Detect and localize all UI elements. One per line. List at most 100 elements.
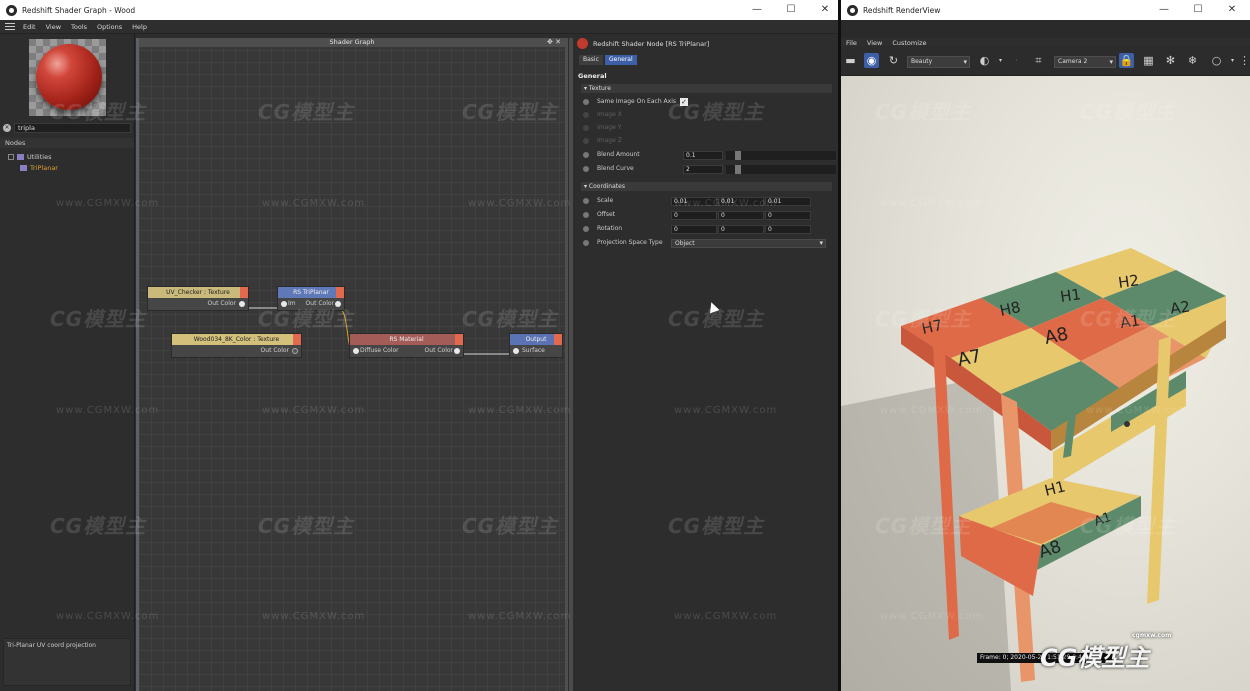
- menu-tools[interactable]: Tools: [71, 23, 87, 31]
- projection-label: Projection Space Type: [597, 239, 663, 246]
- attribute-panel: Redshift Shader Node [RS TriPlanar] Basi…: [573, 34, 838, 691]
- keyframe-icon[interactable]: [583, 166, 589, 172]
- hamburger-icon[interactable]: [5, 23, 15, 30]
- circle-icon[interactable]: ○: [1209, 53, 1224, 68]
- keyframe-icon[interactable]: [583, 226, 589, 232]
- slider-knob[interactable]: [735, 165, 741, 174]
- offset-y-field[interactable]: 0: [718, 211, 764, 220]
- tree-item-utilities[interactable]: Utilities: [8, 153, 51, 161]
- camera-select[interactable]: Camera 2: [1054, 56, 1116, 68]
- rotation-y-field[interactable]: 0: [718, 225, 764, 234]
- minimize-icon[interactable]: —: [740, 0, 774, 20]
- menu-options[interactable]: Options: [97, 23, 122, 31]
- input-port[interactable]: [281, 301, 287, 307]
- blend-amount-slider[interactable]: [726, 151, 836, 160]
- offset-x-field[interactable]: 0: [671, 211, 717, 220]
- render-icon[interactable]: ◉: [864, 53, 879, 68]
- blend-curve-field[interactable]: 2: [683, 165, 723, 174]
- output-port[interactable]: [292, 348, 298, 354]
- redshift-node-icon: [577, 38, 588, 49]
- input-port[interactable]: [353, 348, 359, 354]
- maximize-icon[interactable]: ☐: [1181, 0, 1215, 20]
- rotation-x-field[interactable]: 0: [671, 225, 717, 234]
- window-controls: — ☐ ✕: [740, 0, 842, 20]
- node-uv-checker[interactable]: UV_Checker : Texture Out Color: [147, 286, 249, 311]
- node-preview-toggle[interactable]: [293, 334, 301, 345]
- cell-label: A2: [1169, 297, 1191, 318]
- node-preview-toggle[interactable]: [554, 334, 562, 345]
- node-wood-texture[interactable]: Wood034_8K_Color : Texture Out Color: [171, 333, 302, 358]
- blend-amount-field[interactable]: 0.1: [683, 151, 723, 160]
- graph-move-icon[interactable]: ✥ ✕: [547, 38, 561, 47]
- attribute-title-text: Redshift Shader Node [RS TriPlanar]: [593, 39, 710, 48]
- snowflake-settings-icon[interactable]: ❄: [1185, 53, 1200, 68]
- slider-knob[interactable]: [735, 151, 741, 160]
- menu-help[interactable]: Help: [132, 23, 147, 31]
- node-preview-toggle[interactable]: [455, 334, 463, 345]
- preview-sphere: [36, 44, 102, 110]
- same-image-checkbox[interactable]: ✓: [680, 98, 688, 106]
- group-coordinates[interactable]: ▾ Coordinates: [581, 182, 832, 191]
- node-title: Wood034_8K_Color : Texture: [193, 336, 280, 343]
- offset-z-field[interactable]: 0: [765, 211, 811, 220]
- output-port[interactable]: [335, 301, 341, 307]
- more-icon[interactable]: ⋮: [1237, 53, 1250, 68]
- minimize-icon[interactable]: —: [1147, 0, 1181, 20]
- stop-icon[interactable]: ·: [1009, 53, 1024, 68]
- group-coordinates-label: Coordinates: [588, 183, 625, 190]
- row-image-y: Image Y: [583, 122, 833, 134]
- scale-z-field[interactable]: 0.01: [765, 197, 811, 206]
- tab-general[interactable]: General: [605, 55, 637, 65]
- group-texture-label: Texture: [588, 85, 611, 92]
- refresh-icon[interactable]: ↻: [886, 53, 901, 68]
- folder-icon[interactable]: ▬: [843, 53, 858, 68]
- close-icon[interactable]: ✕: [1215, 0, 1249, 20]
- keyframe-icon[interactable]: [583, 212, 589, 218]
- rendered-table: H7 H8 H1 H2 A7 A8 A2 A1 H1 A8 A1: [841, 248, 1226, 691]
- maximize-icon[interactable]: ☐: [774, 0, 808, 20]
- input-port[interactable]: [513, 348, 519, 354]
- node-rs-material[interactable]: RS Material Diffuse Color Out Color: [349, 333, 464, 358]
- blend-curve-slider[interactable]: [726, 165, 836, 174]
- keyframe-icon[interactable]: [583, 240, 589, 246]
- port-label: Out Color: [260, 347, 289, 354]
- grid-icon[interactable]: ▦: [1141, 53, 1156, 68]
- expand-icon[interactable]: [8, 154, 14, 160]
- menu-edit[interactable]: Edit: [23, 23, 36, 31]
- scale-y-field[interactable]: 0.01: [718, 197, 764, 206]
- image-y-label: Image Y: [597, 124, 622, 131]
- tab-basic[interactable]: Basic: [579, 55, 603, 65]
- output-port[interactable]: [239, 301, 245, 307]
- node-search-input[interactable]: [14, 122, 131, 133]
- output-port[interactable]: [454, 348, 460, 354]
- snowflake-icon[interactable]: ✻: [1163, 53, 1178, 68]
- menu-view[interactable]: View: [46, 23, 61, 31]
- dropdown-arrow-icon[interactable]: ▾: [993, 53, 1008, 68]
- sphere-icon[interactable]: ◐: [977, 53, 992, 68]
- keyframe-icon[interactable]: [583, 99, 589, 105]
- projection-select[interactable]: Object: [671, 239, 826, 248]
- camera-value: Camera 2: [1058, 58, 1088, 65]
- keyframe-icon: [583, 138, 589, 144]
- render-viewport[interactable]: H7 H8 H1 H2 A7 A8 A2 A1 H1 A8 A1 Frame: …: [841, 76, 1250, 691]
- scale-x-field[interactable]: 0.01: [671, 197, 717, 206]
- shader-graph-titlebar[interactable]: Redshift Shader Graph - Wood: [0, 0, 838, 20]
- close-icon[interactable]: ✕: [808, 0, 842, 20]
- projection-value: Object: [675, 240, 695, 247]
- node-preview-toggle[interactable]: [336, 287, 344, 298]
- keyframe-icon[interactable]: [583, 198, 589, 204]
- nodes-header: Nodes: [0, 138, 134, 148]
- lock-icon[interactable]: 🔒: [1119, 53, 1134, 68]
- node-rs-triplanar[interactable]: RS TriPlanar Im Out Color: [277, 286, 345, 311]
- tree-item-triplanar[interactable]: TriPlanar: [20, 164, 58, 172]
- crop-icon[interactable]: ⌗: [1031, 53, 1046, 68]
- search-clear-icon[interactable]: ✕: [3, 123, 11, 132]
- row-same-image: Same Image On Each Axis ✓: [583, 96, 833, 108]
- rotation-z-field[interactable]: 0: [765, 225, 811, 234]
- node-output[interactable]: Output Surface: [509, 333, 563, 358]
- keyframe-icon[interactable]: [583, 152, 589, 158]
- aov-select[interactable]: Beauty: [907, 56, 970, 68]
- group-texture[interactable]: ▾ Texture: [581, 84, 832, 93]
- shader-graph-canvas[interactable]: Shader Graph ✥ ✕: [136, 38, 568, 691]
- node-preview-toggle[interactable]: [240, 287, 248, 298]
